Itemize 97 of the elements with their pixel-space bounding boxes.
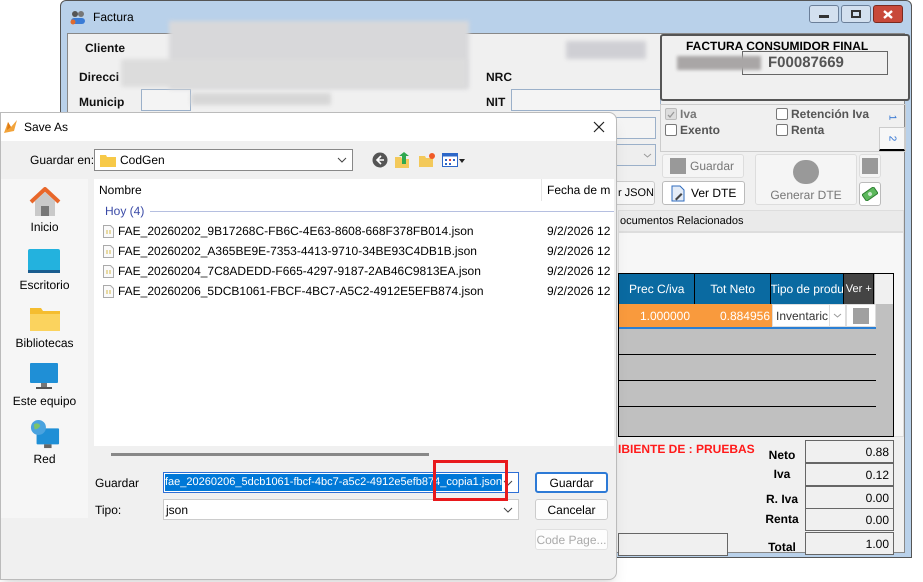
file-icon — [103, 244, 114, 258]
checkbox[interactable] — [776, 124, 788, 136]
column-header[interactable]: Tot Neto — [695, 274, 771, 304]
total-label: Iva — [772, 466, 792, 483]
text-field[interactable] — [618, 533, 728, 556]
window-title: Factura — [93, 9, 134, 26]
file-icon — [103, 284, 114, 298]
chevron-down-icon — [503, 506, 513, 512]
type-label: Tipo: — [95, 502, 122, 518]
folder-icon — [100, 154, 116, 166]
column-header[interactable]: Ver + — [844, 274, 874, 304]
field-label: Direcci — [79, 69, 120, 86]
file-name[interactable]: FAE_20260202_9B17268C-FB6C-4E63-8608-668F378FB014.json — [118, 222, 474, 240]
tab-header[interactable]: ocumentos Relacionados — [618, 210, 904, 232]
scrollbar[interactable] — [874, 274, 893, 304]
checkbox-label: Iva — [680, 106, 697, 123]
location-dropdown[interactable]: CodGen — [94, 149, 353, 171]
total-label: Total — [767, 539, 797, 556]
total-field: 0.00 — [805, 508, 894, 531]
app-icon — [3, 119, 19, 135]
up-folder-icon[interactable] — [394, 152, 412, 168]
new-folder-icon[interactable] — [418, 152, 436, 168]
banknote-icon — [862, 187, 878, 201]
group-header[interactable]: Hoy (4) — [105, 202, 144, 220]
back-icon[interactable] — [372, 152, 388, 168]
view-dte-button[interactable]: Ver DTE — [662, 181, 745, 205]
grid-row[interactable]: 1.000000 0.884956 Inventaric — [619, 304, 876, 329]
chevron-down-icon — [337, 157, 347, 163]
dialog-button[interactable]: Guardar — [535, 472, 608, 493]
place-item[interactable]: Inicio — [30, 218, 58, 236]
table-cell-text: 0.884956 — [718, 308, 771, 324]
dialog-button[interactable]: Cancelar — [535, 499, 608, 520]
place-item[interactable]: Este equipo — [12, 392, 76, 410]
monitor-icon — [27, 247, 62, 275]
money-button[interactable] — [859, 182, 881, 206]
checkbox-label: Retención Iva — [791, 106, 870, 123]
home-icon — [28, 187, 62, 217]
field-label: Municip — [79, 94, 124, 111]
column-header[interactable]: Tipo de produ — [770, 274, 844, 304]
side-tab[interactable]: 2 — [879, 127, 905, 151]
total-field: 0.12 — [805, 463, 894, 486]
computer-icon — [28, 361, 60, 391]
view-menu-icon[interactable] — [442, 153, 466, 167]
file-icon — [103, 224, 114, 238]
square-icon — [670, 158, 686, 174]
place-item[interactable]: Escritorio — [19, 276, 70, 294]
number-field: F00087669 — [742, 51, 888, 75]
type-dropdown[interactable]: json — [163, 499, 519, 520]
text-field[interactable] — [141, 89, 191, 111]
document-icon — [671, 184, 686, 202]
checkbox-label: Renta — [791, 122, 824, 139]
total-field: 0.88 — [805, 440, 894, 463]
total-label: Neto — [768, 447, 796, 464]
field-label: NIT — [486, 94, 506, 111]
file-name[interactable]: FAE_20260202_A365BE9E-7353-4413-9710-34BE93C4DB1B.json — [118, 242, 477, 260]
file-date: 9/2/2026 12 — [547, 283, 610, 300]
checkbox-label: Exento — [680, 122, 720, 139]
maximize-button[interactable] — [841, 5, 871, 23]
table-cell-text: 1.000000 — [638, 308, 691, 324]
close-button[interactable] — [873, 5, 903, 23]
square-button[interactable] — [859, 154, 881, 178]
square-icon — [862, 158, 878, 174]
total-field: 1.00 — [805, 532, 894, 555]
file-name[interactable]: FAE_20260204_7C8ADEDD-F665-4297-9187-2AB46C9813EA.json — [118, 262, 481, 280]
column-header[interactable]: Fecha de m — [542, 181, 610, 199]
dialog-title: Save As — [24, 119, 68, 136]
file-date: 9/2/2026 12 — [547, 263, 610, 280]
type-dropdown[interactable]: Inventaric — [772, 304, 846, 327]
side-tab[interactable]: 1 — [879, 105, 905, 129]
square-icon — [853, 308, 869, 324]
field-label: Cliente — [85, 40, 126, 57]
file-date: 9/2/2026 12 — [547, 223, 610, 240]
close-icon — [593, 121, 605, 133]
file-icon — [103, 264, 114, 278]
environment-notice: IBIENTE DE : PRUEBAS — [618, 441, 755, 458]
field-label: NRC — [486, 69, 512, 86]
minimize-button[interactable] — [809, 5, 839, 23]
column-header[interactable]: Nombre — [94, 179, 542, 201]
place-item[interactable]: Bibliotecas — [15, 334, 74, 352]
column-header[interactable]: Prec C/iva — [619, 274, 696, 304]
cell-button[interactable] — [846, 304, 876, 327]
checkbox[interactable] — [665, 124, 677, 136]
folder-icon — [28, 305, 60, 333]
place-item[interactable]: Red — [33, 450, 56, 468]
text-field[interactable] — [511, 89, 661, 111]
checkbox[interactable] — [776, 108, 788, 120]
people-icon — [69, 9, 87, 25]
total-label: R. Iva — [764, 491, 800, 508]
total-field: 0.00 — [805, 486, 894, 509]
total-label: Renta — [764, 511, 800, 528]
chevron-down-icon — [503, 480, 513, 486]
close-icon — [883, 10, 893, 18]
filename-label: Guardar — [95, 474, 140, 492]
file-name[interactable]: FAE_20260206_5DCB1061-FBCF-4BC7-A5C2-4912E5EFB874.json — [118, 282, 484, 300]
file-date: 9/2/2026 12 — [547, 243, 610, 260]
chevron-down-icon — [643, 152, 652, 158]
chevron-down-icon — [833, 313, 842, 318]
